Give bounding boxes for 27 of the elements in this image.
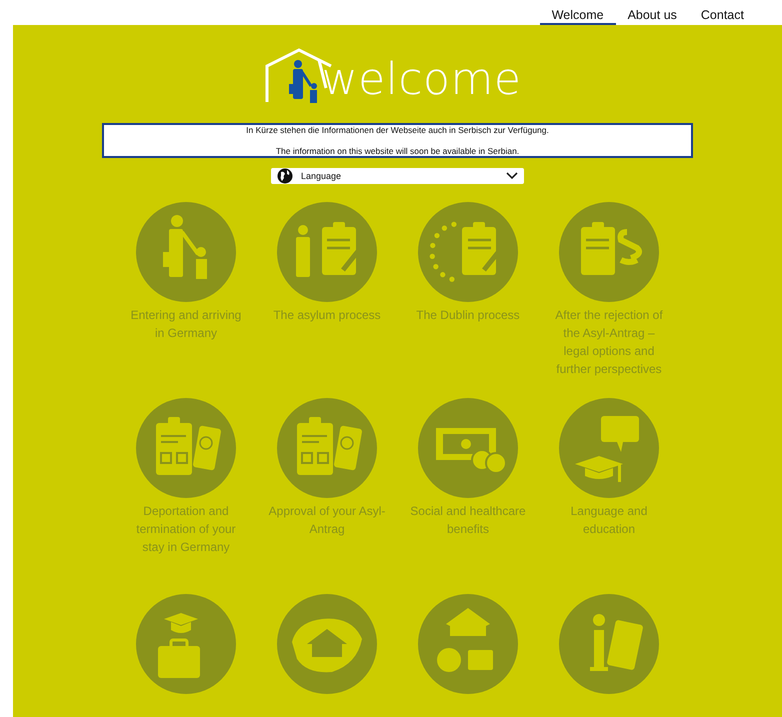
- clipboard-paragraph-icon[interactable]: [559, 202, 659, 302]
- chevron-down-icon: [506, 172, 518, 180]
- logo-text: welcome: [322, 58, 522, 102]
- topic-link[interactable]: Social and healthcare benefits: [409, 502, 527, 538]
- globe-icon: [277, 168, 293, 184]
- topic-link[interactable]: Deportation and termination of your stay in Germany: [127, 502, 245, 556]
- clipboard-passport-icon[interactable]: [136, 398, 236, 498]
- clipboard-passport-icon[interactable]: [277, 398, 377, 498]
- cap-briefcase-icon[interactable]: [136, 594, 236, 694]
- topic-link[interactable]: Language and education: [550, 502, 668, 538]
- person-clipboard-icon[interactable]: [277, 202, 377, 302]
- topic-link[interactable]: After the rejection of the Asyl-Antrag – legal options and further perspectives: [550, 306, 668, 378]
- banknote-coins-icon[interactable]: [418, 398, 518, 498]
- clipboard-stars-icon[interactable]: [418, 202, 518, 302]
- topic-link[interactable]: Entering and arriving in Germany: [127, 306, 245, 342]
- topic-link[interactable]: The asylum process: [268, 306, 386, 324]
- house-ball-briefcase-icon[interactable]: [418, 594, 518, 694]
- family-icon[interactable]: [136, 202, 236, 302]
- topic-link[interactable]: The Dublin process: [409, 306, 527, 324]
- nav-link[interactable]: About us: [616, 0, 689, 25]
- speech-cap-icon[interactable]: [559, 398, 659, 498]
- topic-link[interactable]: Approval of your Asyl-Antrag: [268, 502, 386, 538]
- language-dropdown[interactable]: Language: [271, 168, 524, 184]
- nav-link[interactable]: Contact: [688, 0, 756, 25]
- house-tree-icon[interactable]: [277, 594, 377, 694]
- notice-text: The information on this website will soon be available in Serbian.: [276, 146, 520, 156]
- notice-text: In Kürze stehen die Informationen der Webseite auch in Serbisch zur Verfügung.: [246, 125, 549, 135]
